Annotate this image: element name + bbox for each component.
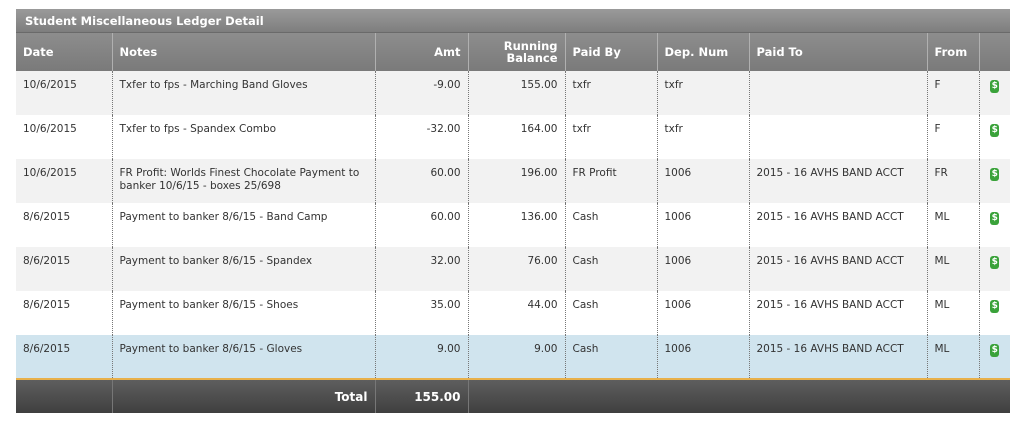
table-row[interactable]: 10/6/2015 FR Profit: Worlds Finest Chocol… bbox=[16, 159, 1010, 203]
cell-date: 10/6/2015 bbox=[16, 159, 113, 203]
col-dep-num[interactable]: Dep. Num bbox=[657, 33, 750, 71]
cell-dep-num: 1006 bbox=[657, 247, 750, 291]
cell-paid-to: 2015 - 16 AVHS BAND ACCT bbox=[749, 291, 928, 335]
cell-paid-by: Cash bbox=[565, 335, 658, 380]
col-running-balance-line2: Balance bbox=[506, 51, 558, 65]
dollar-icon[interactable]: $ bbox=[990, 168, 1000, 181]
cell-paid-to: 2015 - 16 AVHS BAND ACCT bbox=[749, 159, 928, 203]
cell-date: 8/6/2015 bbox=[16, 335, 113, 380]
table-row[interactable]: 8/6/2015 Payment to banker 8/6/15 - Spand… bbox=[16, 247, 1010, 291]
dollar-icon[interactable]: $ bbox=[990, 256, 1000, 269]
cell-amt: -9.00 bbox=[375, 71, 469, 115]
header-row: Date Notes Amt Running Balance Paid By De… bbox=[16, 33, 1010, 71]
col-paid-to[interactable]: Paid To bbox=[749, 33, 928, 71]
cell-date: 8/6/2015 bbox=[16, 247, 113, 291]
cell-dep-num: 1006 bbox=[657, 291, 750, 335]
footer-spacer bbox=[16, 379, 113, 413]
cell-paid-by: Cash bbox=[565, 247, 658, 291]
ledger-panel: Student Miscellaneous Ledger Detail Date… bbox=[16, 9, 1010, 413]
ledger-title: Student Miscellaneous Ledger Detail bbox=[16, 9, 1010, 33]
cell-from: ML bbox=[927, 203, 980, 247]
cell-running-balance: 164.00 bbox=[468, 115, 566, 159]
cell-amt: 9.00 bbox=[375, 335, 469, 380]
cell-from: ML bbox=[927, 247, 980, 291]
cell-dep-num: 1006 bbox=[657, 335, 750, 380]
cell-paid-by: FR Profit bbox=[565, 159, 658, 203]
cell-from: ML bbox=[927, 291, 980, 335]
cell-paid-to bbox=[749, 71, 928, 115]
cell-from: ML bbox=[927, 335, 980, 380]
table-row[interactable]: 8/6/2015 Payment to banker 8/6/15 - Band … bbox=[16, 203, 1010, 247]
cell-paid-to: 2015 - 16 AVHS BAND ACCT bbox=[749, 247, 928, 291]
cell-running-balance: 196.00 bbox=[468, 159, 566, 203]
table-row[interactable]: 10/6/2015 Txfer to fps - Spandex Combo -32… bbox=[16, 115, 1010, 159]
cell-action: $ bbox=[979, 115, 1010, 159]
cell-running-balance: 9.00 bbox=[468, 335, 566, 380]
cell-amt: 60.00 bbox=[375, 159, 469, 203]
col-running-balance[interactable]: Running Balance bbox=[468, 33, 566, 71]
cell-notes: FR Profit: Worlds Finest Chocolate Payme… bbox=[112, 159, 376, 203]
dollar-icon[interactable]: $ bbox=[990, 300, 1000, 313]
cell-running-balance: 76.00 bbox=[468, 247, 566, 291]
cell-action: $ bbox=[979, 203, 1010, 247]
cell-dep-num: txfr bbox=[657, 71, 750, 115]
cell-from: F bbox=[927, 115, 980, 159]
cell-date: 10/6/2015 bbox=[16, 71, 113, 115]
cell-amt: 35.00 bbox=[375, 291, 469, 335]
cell-notes: Payment to banker 8/6/15 - Gloves bbox=[112, 335, 376, 380]
cell-amt: 60.00 bbox=[375, 203, 469, 247]
col-amt[interactable]: Amt bbox=[375, 33, 469, 71]
table-row[interactable]: 8/6/2015 Payment to banker 8/6/15 - Shoes… bbox=[16, 291, 1010, 335]
total-value: 155.00 bbox=[375, 379, 469, 413]
cell-action: $ bbox=[979, 247, 1010, 291]
cell-action: $ bbox=[979, 335, 1010, 380]
cell-dep-num: 1006 bbox=[657, 159, 750, 203]
cell-notes: Payment to banker 8/6/15 - Spandex bbox=[112, 247, 376, 291]
cell-paid-by: Cash bbox=[565, 203, 658, 247]
ledger-body: 10/6/2015 Txfer to fps - Marching Band Gl… bbox=[16, 71, 1010, 380]
col-paid-by[interactable]: Paid By bbox=[565, 33, 658, 71]
cell-date: 8/6/2015 bbox=[16, 291, 113, 335]
total-label: Total bbox=[112, 379, 376, 413]
cell-dep-num: txfr bbox=[657, 115, 750, 159]
cell-paid-by: txfr bbox=[565, 115, 658, 159]
cell-amt: 32.00 bbox=[375, 247, 469, 291]
col-from[interactable]: From bbox=[927, 33, 980, 71]
cell-paid-to: 2015 - 16 AVHS BAND ACCT bbox=[749, 335, 928, 380]
footer-row: Total 155.00 bbox=[16, 379, 1010, 413]
ledger-table: Date Notes Amt Running Balance Paid By De… bbox=[16, 33, 1010, 413]
cell-dep-num: 1006 bbox=[657, 203, 750, 247]
footer-blank bbox=[468, 379, 1010, 413]
cell-action: $ bbox=[979, 291, 1010, 335]
cell-from: FR bbox=[927, 159, 980, 203]
cell-notes: Txfer to fps - Spandex Combo bbox=[112, 115, 376, 159]
cell-action: $ bbox=[979, 71, 1010, 115]
col-notes[interactable]: Notes bbox=[112, 33, 376, 71]
cell-paid-by: txfr bbox=[565, 71, 658, 115]
table-row[interactable]: 10/6/2015 Txfer to fps - Marching Band Gl… bbox=[16, 71, 1010, 115]
cell-date: 8/6/2015 bbox=[16, 203, 113, 247]
cell-date: 10/6/2015 bbox=[16, 115, 113, 159]
cell-notes: Txfer to fps - Marching Band Gloves bbox=[112, 71, 376, 115]
cell-amt: -32.00 bbox=[375, 115, 469, 159]
cell-running-balance: 44.00 bbox=[468, 291, 566, 335]
cell-notes: Payment to banker 8/6/15 - Band Camp bbox=[112, 203, 376, 247]
col-action bbox=[979, 33, 1010, 71]
cell-running-balance: 155.00 bbox=[468, 71, 566, 115]
cell-paid-to bbox=[749, 115, 928, 159]
cell-notes: Payment to banker 8/6/15 - Shoes bbox=[112, 291, 376, 335]
cell-paid-by: Cash bbox=[565, 291, 658, 335]
dollar-icon[interactable]: $ bbox=[990, 212, 1000, 225]
col-date[interactable]: Date bbox=[16, 33, 113, 71]
cell-running-balance: 136.00 bbox=[468, 203, 566, 247]
cell-from: F bbox=[927, 71, 980, 115]
table-row[interactable]: 8/6/2015 Payment to banker 8/6/15 - Glove… bbox=[16, 335, 1010, 380]
dollar-icon[interactable]: $ bbox=[990, 124, 1000, 137]
cell-paid-to: 2015 - 16 AVHS BAND ACCT bbox=[749, 203, 928, 247]
dollar-icon[interactable]: $ bbox=[990, 344, 1000, 357]
dollar-icon[interactable]: $ bbox=[990, 80, 1000, 93]
cell-action: $ bbox=[979, 159, 1010, 203]
